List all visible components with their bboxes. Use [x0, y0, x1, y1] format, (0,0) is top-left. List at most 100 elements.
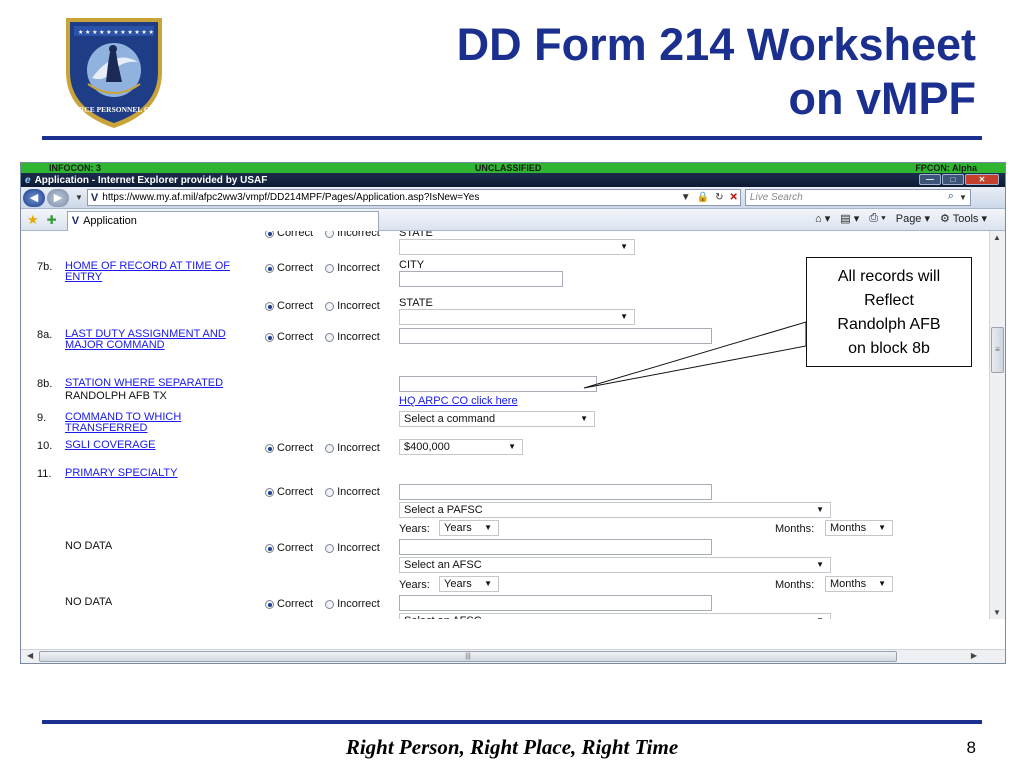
afsc-select[interactable]: Select an AFSC▼ — [399, 613, 831, 619]
classification-label: UNCLASSIFIED — [474, 163, 542, 173]
horizontal-scrollbar[interactable]: ◀ ||| ▶ — [21, 649, 1005, 663]
refresh-icon[interactable]: ↻ — [715, 190, 723, 205]
svg-text:★ ★ ★ ★ ★ ★ ★ ★ ★ ★ ★: ★ ★ ★ ★ ★ ★ ★ ★ ★ ★ ★ — [78, 29, 154, 36]
radio-label: Correct — [277, 231, 314, 239]
radio-correct[interactable] — [265, 443, 274, 453]
radio-label: Incorrect — [337, 300, 380, 312]
radio-incorrect[interactable] — [325, 487, 335, 497]
tab-application[interactable]: V Application — [66, 210, 379, 231]
vertical-scroll-thumb[interactable]: ≡ — [991, 327, 1004, 373]
search-input[interactable]: Live Search ⌕ ▼ — [744, 189, 971, 206]
months-select[interactable]: Months ▼ — [825, 520, 893, 536]
months-label: Months: — [775, 523, 815, 535]
scroll-down-icon[interactable]: ▼ — [993, 608, 1001, 617]
vertical-scrollbar[interactable]: ▲ ≡ ▼ — [989, 231, 1005, 619]
slide: ★ ★ ★ ★ ★ ★ ★ ★ ★ ★ ★ AIR FORCE PERSONNE… — [0, 0, 1024, 768]
callout-line: All records will — [837, 268, 941, 285]
years-select[interactable]: Years ▼ — [439, 576, 499, 592]
state-select[interactable]: ▼ — [399, 309, 635, 325]
add-favorite-icon[interactable]: ✚ — [47, 213, 57, 227]
search-dropdown-icon[interactable]: ▼ — [959, 190, 967, 205]
home-icon[interactable]: ⌂ ▾ — [815, 212, 830, 225]
radio-correct[interactable] — [265, 332, 274, 342]
years-label: Years: — [399, 579, 430, 591]
tools-menu[interactable]: ⚙ Tools ▾ — [940, 212, 987, 225]
radio-correct[interactable] — [265, 263, 274, 273]
horizontal-scroll-thumb[interactable]: ||| — [39, 651, 897, 662]
row-number: 7b. — [37, 261, 53, 273]
scroll-up-icon[interactable]: ▲ — [993, 233, 1001, 242]
close-icon[interactable]: ✕ — [965, 174, 999, 185]
command-transferred-link[interactable]: COMMAND TO WHICH TRANSFERRED — [65, 412, 225, 434]
favorites-bar: ★ ✚ V Application ⌂ ▾ ▤ ▾ ⎙ ▾ Page ▾ ⚙ T… — [21, 209, 1005, 231]
infocon-banner: INFOCON: 3 UNCLASSIFIED FPCON: Alpha — [21, 163, 1005, 173]
tools-menu-label: Tools — [952, 213, 979, 225]
home-of-record-link[interactable]: HOME OF RECORD AT TIME OF ENTRY — [65, 261, 261, 283]
city-label: CITY — [399, 259, 425, 271]
forward-icon[interactable]: ▶ — [47, 188, 69, 207]
radio-incorrect[interactable] — [325, 543, 335, 553]
radio-label: Correct — [277, 331, 314, 343]
radio-label: Incorrect — [337, 598, 380, 610]
afsc-select[interactable]: Select an AFSC▼ — [399, 557, 831, 573]
afsc-input[interactable] — [399, 539, 712, 555]
page-menu[interactable]: Page ▾ — [896, 212, 930, 225]
hq-arpc-link[interactable]: HQ ARPC CO click here — [399, 396, 518, 407]
state-select-prev[interactable]: ▼ — [399, 239, 635, 255]
command-bar: ⌂ ▾ ▤ ▾ ⎙ ▾ Page ▾ ⚙ Tools ▾ — [815, 212, 987, 225]
last-duty-assignment-link[interactable]: LAST DUTY ASSIGNMENT AND MAJOR COMMAND — [65, 329, 255, 351]
address-dropdown-icon[interactable]: ▼ — [681, 190, 691, 205]
radio-incorrect[interactable] — [325, 443, 335, 453]
radio-incorrect[interactable] — [325, 599, 335, 609]
minimize-icon[interactable]: — — [919, 174, 941, 185]
years-select[interactable]: Years ▼ — [439, 520, 499, 536]
radio-correct[interactable] — [265, 599, 274, 609]
radio-incorrect[interactable] — [325, 263, 335, 273]
radio-group-8a: Correct Incorrect — [265, 331, 380, 343]
address-url: https://www.my.af.mil/afpc2ww3/vmpf/DD21… — [102, 192, 480, 203]
radio-correct[interactable] — [265, 487, 274, 497]
print-icon[interactable]: ⎙ ▾ — [869, 212, 885, 225]
pafsc-select[interactable]: Select a PAFSC ▼ — [399, 502, 831, 518]
search-icon[interactable]: ⌕ — [948, 190, 954, 203]
row-number: 8b. — [37, 378, 53, 390]
address-bar[interactable]: V https://www.my.af.mil/afpc2ww3/vmpf/DD… — [86, 189, 741, 206]
window-controls: — □ ✕ — [919, 174, 999, 185]
maximize-icon[interactable]: □ — [942, 174, 964, 185]
sgli-select[interactable]: $400,000 ▼ — [399, 439, 523, 455]
bottom-divider — [42, 720, 982, 724]
radio-incorrect[interactable] — [325, 332, 335, 342]
radio-correct[interactable] — [265, 301, 274, 311]
feeds-icon[interactable]: ▤ ▾ — [840, 212, 859, 225]
stop-icon[interactable]: ✕ — [730, 190, 738, 205]
history-dropdown-icon[interactable]: ▼ — [75, 193, 83, 202]
tab-label: Application — [83, 215, 137, 227]
afsc-input[interactable] — [399, 595, 712, 611]
radio-correct[interactable] — [265, 543, 274, 553]
address-toolbar: ◀ ▶ ▼ V https://www.my.af.mil/afpc2ww3/v… — [21, 187, 1005, 209]
lock-icon[interactable]: 🔒 — [697, 190, 709, 205]
radio-label: Incorrect — [337, 486, 380, 498]
pafsc-input[interactable] — [399, 484, 712, 500]
radio-incorrect[interactable] — [325, 231, 335, 238]
radio-correct[interactable] — [265, 231, 274, 238]
radio-incorrect[interactable] — [325, 301, 335, 311]
favorites-star-icon[interactable]: ★ — [27, 212, 39, 228]
station-where-separated-link[interactable]: STATION WHERE SEPARATED — [65, 378, 223, 389]
months-select[interactable]: Months ▼ — [825, 576, 893, 592]
sgli-coverage-link[interactable]: SGLI COVERAGE — [65, 440, 155, 451]
scroll-right-icon[interactable]: ▶ — [971, 651, 977, 660]
afsc-select-value: Select an AFSC — [404, 615, 482, 619]
state-label: STATE — [399, 297, 433, 309]
last-duty-input[interactable] — [399, 328, 712, 344]
months-select-value: Months — [830, 522, 867, 534]
scroll-left-icon[interactable]: ◀ — [27, 651, 33, 660]
back-icon[interactable]: ◀ — [23, 188, 45, 207]
command-select[interactable]: Select a command ▼ — [399, 411, 595, 427]
top-divider — [42, 136, 982, 140]
primary-specialty-link[interactable]: PRIMARY SPECIALTY — [65, 468, 177, 479]
city-input[interactable] — [399, 271, 563, 287]
slide-title-line1: DD Form 214 Worksheet — [456, 19, 976, 70]
years-select-value: Years — [444, 522, 472, 534]
station-input[interactable] — [399, 376, 597, 392]
